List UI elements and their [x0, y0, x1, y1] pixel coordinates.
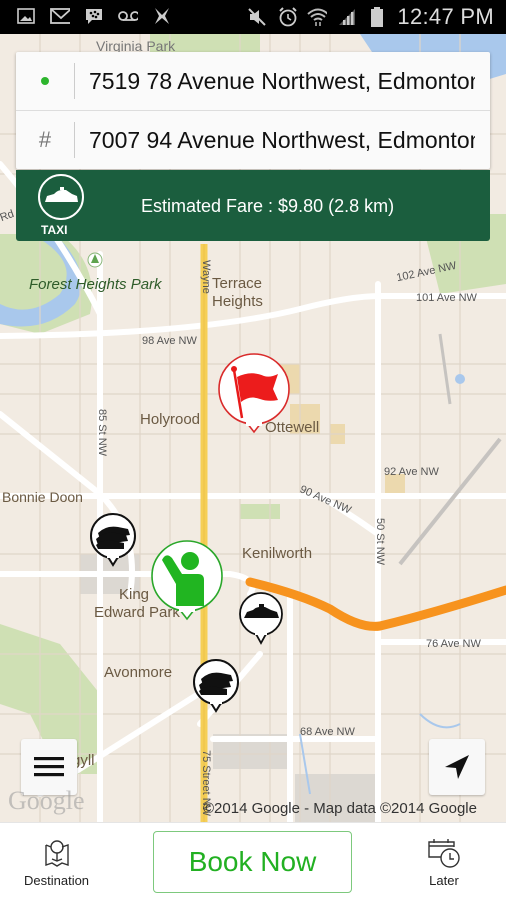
taxi-group-marker[interactable]: [192, 658, 242, 721]
destination-marker[interactable]: [216, 352, 292, 441]
car-icon: [45, 187, 78, 202]
hamburger-icon: [34, 757, 64, 777]
taxi-group-icon: [193, 659, 239, 713]
battery-icon: [367, 7, 387, 27]
label-101-ave: 101 Ave NW: [416, 292, 477, 304]
gallery-icon: [16, 6, 36, 26]
fare-bar: TAXI Estimated Fare : $9.80 (2.8 km): [16, 170, 490, 241]
hail-person-icon: [151, 540, 223, 621]
google-logo: Google: [8, 786, 85, 815]
hash-icon: #: [38, 127, 52, 152]
pickup-address-field[interactable]: 7519 78 Avenue Northwest, Edmonton: [75, 68, 475, 95]
taxi-marker[interactable]: [237, 590, 285, 651]
wifi-icon: [307, 7, 328, 27]
label-76-ave: 76 Ave NW: [426, 638, 481, 650]
pickup-address-row[interactable]: 7519 78 Avenue Northwest, Edmonton: [16, 52, 490, 110]
alarm-icon: [277, 7, 298, 27]
destination-label: Destination: [24, 873, 90, 888]
voicemail-icon: [118, 6, 138, 26]
label-bonnie-doon: Bonnie Doon: [2, 489, 83, 505]
taxi-group-icon: [90, 513, 136, 567]
label-wayne: Wayne: [200, 260, 212, 294]
my-location-button[interactable]: [429, 739, 485, 795]
flag-icon: [218, 353, 290, 434]
label-98-ave: 98 Ave NW: [142, 335, 197, 347]
status-bar: 12:47 PM: [0, 0, 506, 34]
map-copyright: ©2014 Google - Map data ©2014 Google: [203, 800, 477, 817]
later-label: Later: [429, 873, 459, 888]
label-forest-heights-park: Forest Heights Park: [29, 276, 162, 293]
label-68-ave: 68 Ave NW: [300, 726, 355, 738]
label-avonmore: Avonmore: [104, 664, 173, 681]
pickup-dot-icon: [16, 77, 74, 85]
label-kenilworth: Kenilworth: [242, 545, 313, 562]
destination-button[interactable]: Destination: [24, 837, 89, 888]
taxi-icon: [239, 592, 283, 645]
map-pin-icon: [44, 840, 69, 867]
vehicle-type-label: TAXI: [41, 223, 68, 237]
taxi-group-marker[interactable]: [88, 511, 138, 574]
later-button[interactable]: Later: [426, 837, 462, 888]
label-terrace: Terrace: [212, 275, 263, 292]
schedule-clock-icon: [428, 839, 460, 868]
label-king: King: [119, 586, 150, 603]
destination-address-row[interactable]: # 7007 94 Avenue Northwest, Edmonton: [16, 110, 490, 169]
gmail-icon: [50, 6, 70, 26]
vehicle-type-button[interactable]: [38, 174, 84, 220]
label-85-st: 85 St NW: [96, 409, 108, 457]
signal-icon: [337, 7, 357, 27]
label-50-st: 50 St NW: [374, 518, 386, 566]
book-now-button[interactable]: Book Now: [153, 831, 352, 893]
clock: 12:47 PM: [397, 4, 494, 29]
bottom-bar: Destination Book Now Later: [0, 822, 506, 901]
navigation-arrow-icon: [445, 755, 469, 779]
address-card: 7519 78 Avenue Northwest, Edmonton # 700…: [16, 52, 490, 169]
estimated-fare: Estimated Fare : $9.80 (2.8 km): [141, 196, 395, 216]
app-icon: [152, 6, 172, 26]
mute-icon: [247, 7, 267, 27]
bbm-icon: [84, 6, 104, 26]
label-92-ave: 92 Ave NW: [384, 466, 439, 478]
label-holyrood: Holyrood: [140, 411, 201, 428]
destination-address-field[interactable]: 7007 94 Avenue Northwest, Edmonton: [75, 127, 475, 154]
pickup-marker[interactable]: [150, 540, 224, 627]
label-heights: Heights: [212, 293, 263, 310]
